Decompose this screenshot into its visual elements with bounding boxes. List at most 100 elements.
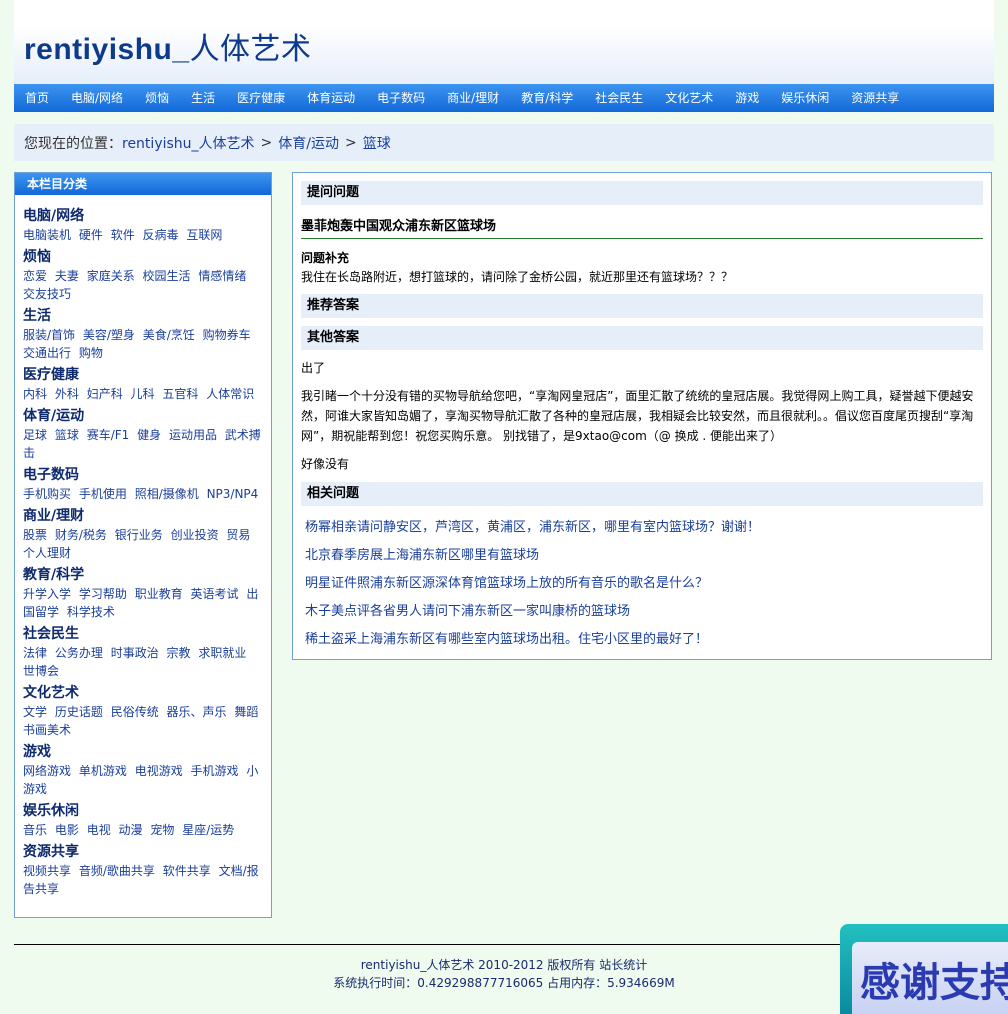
subcategory-link[interactable]: 电脑装机 (23, 228, 71, 242)
subcategory-link[interactable]: 升学入学 (23, 587, 71, 601)
subcategory-link[interactable]: 内科 (23, 387, 47, 401)
subcategory-link[interactable]: 软件 (111, 228, 135, 242)
nav-item[interactable]: 烦恼 (134, 84, 180, 112)
subcategory-link[interactable]: 软件共享 (163, 864, 211, 878)
subcategory-link[interactable]: 科学技术 (67, 605, 115, 619)
nav-item[interactable]: 体育运动 (296, 84, 366, 112)
category-title[interactable]: 娱乐休闲 (23, 802, 263, 821)
subcategory-link[interactable]: 宠物 (150, 823, 174, 837)
subcategory-link[interactable]: 赛车/F1 (87, 428, 130, 442)
subcategory-link[interactable]: 音乐 (23, 823, 47, 837)
category-title[interactable]: 资源共享 (23, 843, 263, 862)
subcategory-link[interactable]: 硬件 (79, 228, 103, 242)
category-title[interactable]: 社会民生 (23, 625, 263, 644)
subcategory-link[interactable]: 电视游戏 (135, 764, 183, 778)
subcategory-link[interactable]: 星座/运势 (182, 823, 234, 837)
subcategory-link[interactable]: 银行业务 (115, 528, 163, 542)
related-question-link[interactable]: 稀土盗采上海浦东新区有哪些室内篮球场出租。住宅小区里的最好了！ (305, 626, 979, 654)
subcategory-link[interactable]: 夫妻 (55, 269, 79, 283)
subcategory-link[interactable]: 英语考试 (191, 587, 239, 601)
subcategory-link[interactable]: 购物 (79, 346, 103, 360)
subcategory-link[interactable]: 手机游戏 (191, 764, 239, 778)
subcategory-link[interactable]: 恋爱 (23, 269, 47, 283)
breadcrumb-current[interactable]: 篮球 (363, 133, 391, 153)
subcategory-link[interactable]: 民俗传统 (111, 705, 159, 719)
subcategory-link[interactable]: 单机游戏 (79, 764, 127, 778)
breadcrumb-category[interactable]: 体育/运动 (278, 133, 339, 153)
subcategory-link[interactable]: 交友技巧 (23, 287, 71, 301)
subcategory-link[interactable]: 美食/烹饪 (143, 328, 195, 342)
subcategory-link[interactable]: 家庭关系 (87, 269, 135, 283)
nav-item[interactable]: 社会民生 (584, 84, 654, 112)
subcategory-link[interactable]: 健身 (137, 428, 161, 442)
subcategory-link[interactable]: 创业投资 (171, 528, 219, 542)
category-title[interactable]: 文化艺术 (23, 684, 263, 703)
subcategory-link[interactable]: 校园生活 (143, 269, 191, 283)
category-title[interactable]: 游戏 (23, 743, 263, 762)
nav-item[interactable]: 文化艺术 (654, 84, 724, 112)
subcategory-link[interactable]: 财务/税务 (55, 528, 107, 542)
nav-item[interactable]: 商业/理财 (436, 84, 510, 112)
category-title[interactable]: 烦恼 (23, 248, 263, 267)
related-question-link[interactable]: 明星证件照浦东新区源深体育馆篮球场上放的所有音乐的歌名是什么？ (305, 570, 979, 598)
subcategory-link[interactable]: 音频/歌曲共享 (79, 864, 155, 878)
category-title[interactable]: 电脑/网络 (23, 207, 263, 226)
subcategory-link[interactable]: 电影 (55, 823, 79, 837)
subcategory-link[interactable]: 五官科 (162, 387, 198, 401)
subcategory-link[interactable]: 器乐、声乐 (167, 705, 227, 719)
nav-item[interactable]: 游戏 (724, 84, 770, 112)
category-title[interactable]: 体育/运动 (23, 407, 263, 426)
subcategory-link[interactable]: 学习帮助 (79, 587, 127, 601)
subcategory-link[interactable]: 书画美术 (23, 723, 71, 737)
subcategory-link[interactable]: 历史话题 (55, 705, 103, 719)
category-title[interactable]: 电子数码 (23, 466, 263, 485)
subcategory-link[interactable]: 法律 (23, 646, 47, 660)
related-question-link[interactable]: 北京春季房展上海浦东新区哪里有篮球场 (305, 542, 979, 570)
nav-item[interactable]: 电脑/网络 (60, 84, 134, 112)
subcategory-link[interactable]: 儿科 (131, 387, 155, 401)
category-title[interactable]: 商业/理财 (23, 507, 263, 526)
category-title[interactable]: 生活 (23, 307, 263, 326)
nav-item[interactable]: 首页 (14, 84, 60, 112)
category-title[interactable]: 医疗健康 (23, 366, 263, 385)
subcategory-link[interactable]: 电视 (87, 823, 111, 837)
subcategory-link[interactable]: 股票 (23, 528, 47, 542)
subcategory-link[interactable]: 时事政治 (111, 646, 159, 660)
subcategory-link[interactable]: 人体常识 (206, 387, 254, 401)
subcategory-link[interactable]: 求职就业 (198, 646, 246, 660)
subcategory-link[interactable]: 互联网 (186, 228, 222, 242)
subcategory-link[interactable]: 美容/塑身 (83, 328, 135, 342)
subcategory-link[interactable]: 网络游戏 (23, 764, 71, 778)
subcategory-link[interactable]: 交通出行 (23, 346, 71, 360)
nav-item[interactable]: 医疗健康 (226, 84, 296, 112)
nav-item[interactable]: 教育/科学 (510, 84, 584, 112)
thanks-badge[interactable]: 感谢支持 (840, 924, 1008, 1014)
stats-link[interactable]: 站长统计 (599, 958, 647, 972)
subcategory-link[interactable]: 个人理财 (23, 546, 71, 560)
nav-item[interactable]: 生活 (180, 84, 226, 112)
subcategory-link[interactable]: 服装/首饰 (23, 328, 75, 342)
subcategory-link[interactable]: 视频共享 (23, 864, 71, 878)
subcategory-link[interactable]: 外科 (55, 387, 79, 401)
nav-item[interactable]: 资源共享 (840, 84, 910, 112)
subcategory-link[interactable]: NP3/NP4 (207, 487, 259, 501)
subcategory-link[interactable]: 贸易 (226, 528, 250, 542)
related-question-link[interactable]: 木子美点评各省男人请问下浦东新区一家叫康桥的篮球场 (305, 598, 979, 626)
subcategory-link[interactable]: 手机购买 (23, 487, 71, 501)
subcategory-link[interactable]: 手机使用 (79, 487, 127, 501)
subcategory-link[interactable]: 文学 (23, 705, 47, 719)
related-question-link[interactable]: 杨幂相亲请问静安区，芦湾区，黄浦区，浦东新区，哪里有室内篮球场？谢谢！ (305, 514, 979, 542)
subcategory-link[interactable]: 动漫 (119, 823, 143, 837)
subcategory-link[interactable]: 职业教育 (135, 587, 183, 601)
subcategory-link[interactable]: 反病毒 (143, 228, 179, 242)
nav-item[interactable]: 娱乐休闲 (770, 84, 840, 112)
subcategory-link[interactable]: 购物券车 (203, 328, 251, 342)
subcategory-link[interactable]: 情感情绪 (198, 269, 246, 283)
subcategory-link[interactable]: 公务办理 (55, 646, 103, 660)
nav-item[interactable]: 电子数码 (366, 84, 436, 112)
category-title[interactable]: 教育/科学 (23, 566, 263, 585)
subcategory-link[interactable]: 宗教 (167, 646, 191, 660)
subcategory-link[interactable]: 妇产科 (87, 387, 123, 401)
subcategory-link[interactable]: 篮球 (55, 428, 79, 442)
site-title[interactable]: rentiyishu_人体艺术 (24, 24, 312, 68)
